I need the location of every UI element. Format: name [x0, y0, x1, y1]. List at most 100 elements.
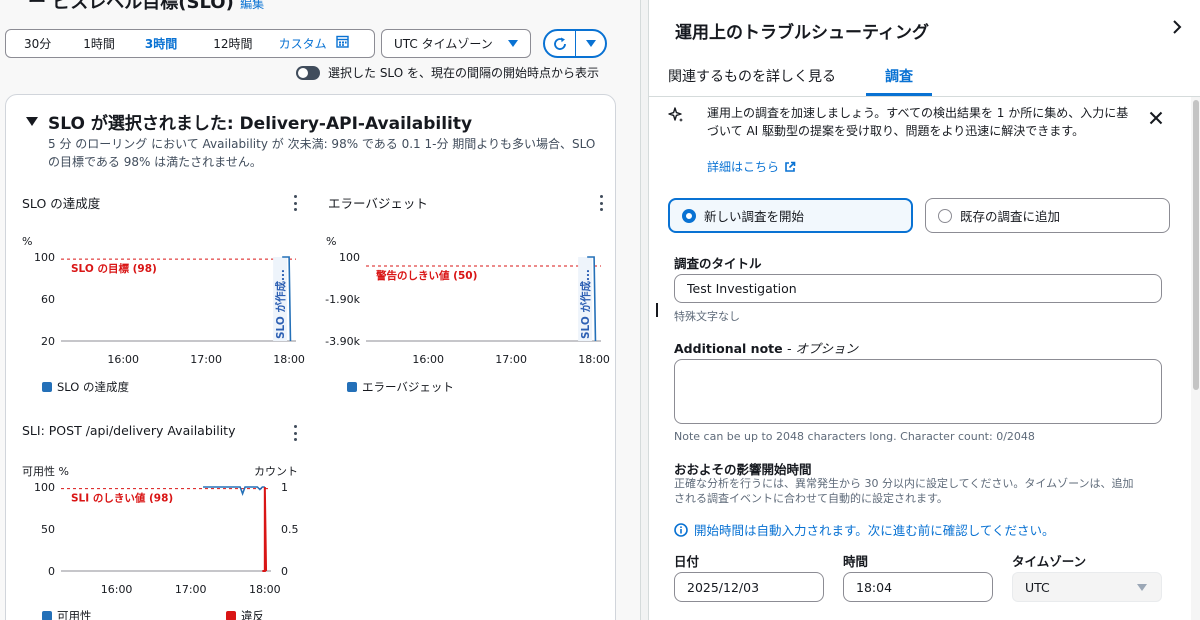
- series-line-2: [262, 486, 268, 572]
- x-tick-label: 16:00: [101, 583, 133, 596]
- threshold-label: SLI のしきい値 (98): [71, 492, 173, 505]
- dismiss-info-button[interactable]: [1149, 106, 1163, 130]
- pane-resize-handle[interactable]: [640, 0, 649, 620]
- caret-down-icon: [508, 40, 518, 47]
- calendar-icon: [336, 35, 350, 48]
- range-12h[interactable]: 12時間: [213, 35, 252, 52]
- budget-chart: 100 -1.90k -3.90k 16:00 17:00 18:00 警告のしきい値 (5…: [325, 251, 610, 366]
- slo-title: SLO が選択されました: Delivery-API-Availability: [48, 114, 473, 134]
- y-tick-label: -3.90k: [325, 335, 360, 348]
- slo-detail-pane: ー ビスレベル目標(SLO) 編集 30分 1時間 3時間 12時間 カスタム …: [0, 0, 640, 620]
- learn-more-link[interactable]: 詳細はこちら: [707, 158, 796, 175]
- slo-description: 5 分 のローリング において Availability が 次未満: 98% …: [48, 137, 596, 169]
- x-tick-label: 16:00: [412, 353, 444, 366]
- radio-selected-icon: [682, 208, 696, 223]
- attainment-more-icon[interactable]: [294, 195, 298, 211]
- refresh-split-button: [543, 29, 607, 58]
- slo-card: SLO が選択されました: Delivery-API-Availability …: [5, 94, 616, 620]
- optional-tag: - オプション: [786, 341, 858, 356]
- radio-unselected-icon: [938, 208, 952, 223]
- legend-swatch: [42, 382, 52, 392]
- slo-section-header[interactable]: SLO が選択されました: Delivery-API-Availability: [26, 109, 472, 134]
- y-tick-label: 50: [41, 523, 55, 536]
- timezone-label: タイムゾーン: [1012, 554, 1087, 569]
- sparkle-icon: [668, 107, 683, 122]
- learn-more-label: 詳細はこちら: [707, 160, 780, 174]
- edit-link[interactable]: 編集: [240, 0, 264, 11]
- x-tick-label: 16:00: [107, 353, 139, 366]
- y-tick-label: 0: [48, 565, 55, 578]
- panel-title: 運用上のトラブルシューティング: [675, 23, 929, 43]
- tab-investigation[interactable]: 調査: [885, 66, 913, 86]
- show-from-interval-toggle[interactable]: [296, 65, 320, 80]
- radio-new-investigation[interactable]: 新しい調査を開始: [668, 198, 913, 233]
- range-1h[interactable]: 1時間: [83, 35, 115, 52]
- attainment-chart-title: SLO の達成度: [22, 196, 101, 211]
- auto-fill-info: 開始時間は自動入力されます。次に進む前に確認してください。: [674, 520, 1055, 539]
- impact-timezone-value: UTC: [1025, 579, 1050, 595]
- time-range-selector: 30分 1時間 3時間 12時間 カスタム: [5, 29, 375, 58]
- sli-legend-availability[interactable]: 可用性: [42, 608, 92, 620]
- series-line-1: [203, 486, 265, 497]
- note-field-label: Additional note - オプション: [674, 338, 858, 357]
- attainment-legend[interactable]: SLO の達成度: [42, 379, 129, 395]
- x-tick-label: 18:00: [578, 353, 610, 366]
- x-tick-label: 17:00: [495, 353, 527, 366]
- date-input[interactable]: [674, 572, 824, 602]
- caret-down-icon: [1137, 584, 1147, 591]
- caret-down-icon: [26, 117, 38, 126]
- radio-label: 新しい調査を開始: [704, 209, 805, 224]
- annotation-label: SLO が作成...: [274, 269, 287, 339]
- budget-more-icon[interactable]: [600, 195, 604, 211]
- external-link-icon: [785, 161, 796, 172]
- legend-label: 可用性: [57, 609, 92, 620]
- legend-label: エラーバジェット: [362, 380, 454, 394]
- range-30m[interactable]: 30分: [24, 35, 51, 52]
- close-icon: [1149, 111, 1163, 125]
- time-input[interactable]: [843, 572, 993, 602]
- refresh-button[interactable]: [545, 31, 576, 56]
- page-title-text: ー ビスレベル目標(SLO): [28, 0, 234, 13]
- legend-swatch: [42, 611, 52, 620]
- investigation-title-input[interactable]: [674, 274, 1162, 303]
- impact-timezone-select[interactable]: UTC: [1012, 572, 1162, 602]
- page-title-clipped: ー ビスレベル目標(SLO) 編集: [28, 0, 264, 14]
- annotation-label: SLO が作成...: [579, 269, 592, 339]
- timezone-value: UTC タイムゾーン: [394, 37, 493, 51]
- y2-tick-label: 0.5: [281, 523, 299, 536]
- title-field-hint: 特殊文字なし: [674, 310, 740, 323]
- caret-down-icon: [585, 40, 596, 47]
- legend-label: SLO の達成度: [57, 380, 130, 394]
- radio-add-existing[interactable]: 既存の調査に追加: [925, 198, 1170, 233]
- range-3h[interactable]: 3時間: [145, 35, 177, 52]
- sli-legend-violation[interactable]: 違反: [226, 608, 264, 620]
- troubleshooting-panel: 運用上のトラブルシューティング 関連するものを詳しく見る 調査 運用上の調査を加…: [649, 0, 1200, 620]
- refresh-icon: [554, 37, 566, 50]
- sli-more-icon[interactable]: [294, 425, 298, 441]
- tab-explore-related[interactable]: 関連するものを詳しく見る: [668, 66, 836, 86]
- sli-chart: 100 50 0 1 0.5 0 16:00 17:00 18:00 SLI のしきい値 (98): [34, 481, 299, 596]
- scrollbar-thumb[interactable]: [1193, 100, 1199, 390]
- y2-tick-label: 0: [281, 565, 288, 578]
- time-label: 時間: [843, 554, 869, 569]
- budget-legend[interactable]: エラーバジェット: [347, 379, 454, 395]
- x-tick-label: 17:00: [190, 353, 222, 366]
- additional-note-textarea[interactable]: [674, 359, 1162, 424]
- info-text: 運用上の調査を加速しましょう。すべての検出結果を 1 か所に集め、入力に基づいて…: [707, 106, 1129, 138]
- y-tick-label: 20: [41, 335, 55, 348]
- sli-chart-title: SLI: POST /api/delivery Availability: [22, 423, 236, 438]
- range-custom[interactable]: カスタム: [279, 35, 350, 52]
- impact-start-desc: 正確な分析を行うには、異常発生から 30 分以内に設定してください。タイムゾーン…: [674, 477, 1134, 505]
- attainment-chart: 100 60 20 16:00 17:00 18:00 SLO の目標 (98) SLO が作…: [34, 251, 305, 366]
- show-from-interval-toggle-row: 選択した SLO を、現在の間隔の開始時点から表示: [296, 64, 599, 81]
- x-tick-label: 17:00: [175, 583, 207, 596]
- timezone-select[interactable]: UTC タイムゾーン: [381, 29, 531, 58]
- refresh-options-button[interactable]: [576, 31, 605, 56]
- y-tick-label: 100: [34, 251, 55, 264]
- tabs-divider: [649, 96, 1200, 97]
- note-label-text: Additional note: [674, 341, 783, 356]
- date-label: 日付: [674, 554, 700, 569]
- y-tick-label: -1.90k: [325, 293, 360, 306]
- info-icon: [674, 522, 688, 537]
- collapse-panel-icon[interactable]: [1172, 19, 1182, 38]
